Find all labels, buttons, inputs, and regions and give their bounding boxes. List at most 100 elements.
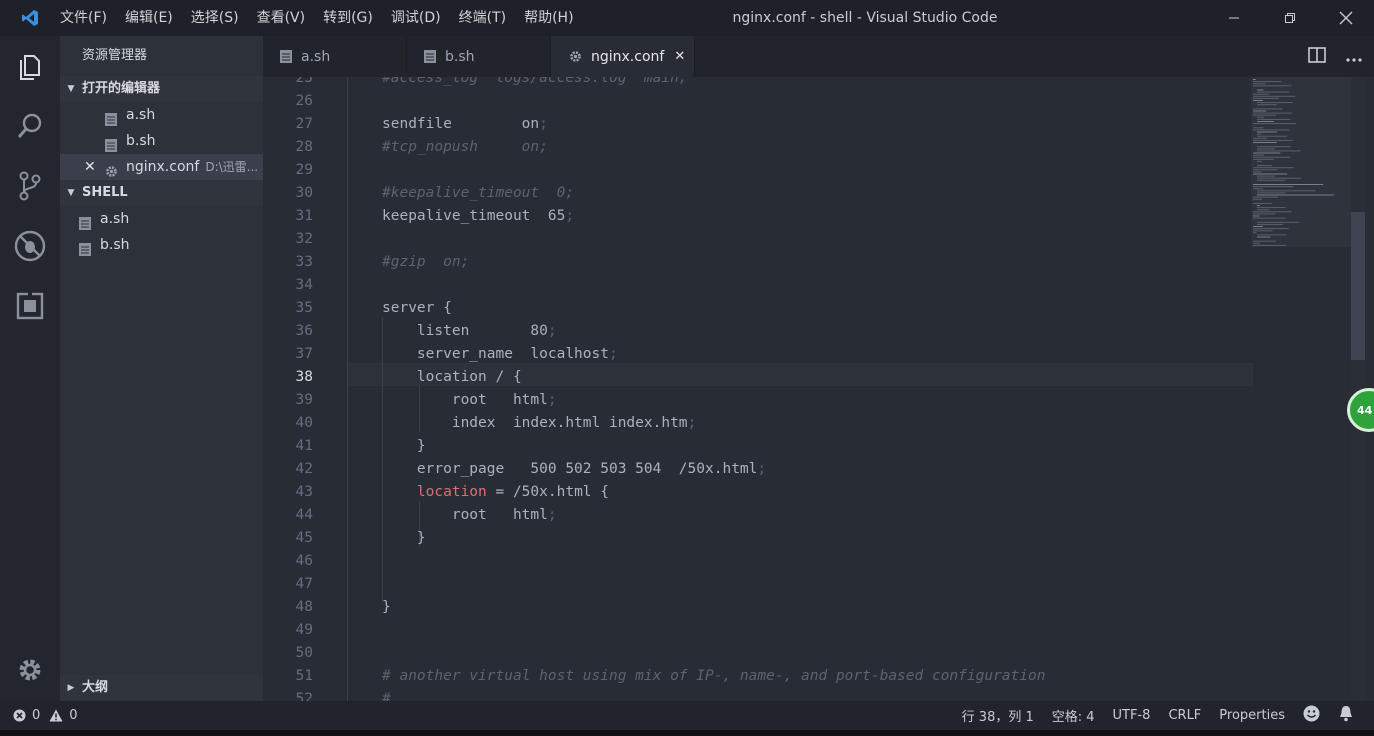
minimap-line <box>1253 127 1264 129</box>
end-of-line[interactable]: CRLF <box>1159 708 1210 723</box>
code-editor[interactable]: 25 26 27 28 29 30 31 32 33 34 35 36 37 38 39 40 41 42 43 44… <box>263 77 1374 701</box>
minimap-line <box>1257 133 1262 135</box>
code-line: # <box>382 691 391 701</box>
language-mode[interactable]: Properties <box>1210 708 1294 723</box>
minimap-line <box>1253 244 1286 246</box>
line-number: 44 <box>295 507 313 523</box>
outline-header[interactable]: ▶ 大纲 <box>60 675 263 701</box>
minimap-line <box>1257 205 1260 206</box>
menu-help[interactable]: 帮助(H) <box>515 0 582 36</box>
open-editors-header[interactable]: ▼ 打开的编辑器 <box>60 76 263 102</box>
cursor-position[interactable]: 行 38，列 1 <box>953 706 1043 725</box>
feedback-smiley-icon[interactable] <box>1294 705 1329 726</box>
debug-icon[interactable] <box>0 224 60 268</box>
search-icon[interactable] <box>0 104 60 148</box>
minimap-line <box>1257 236 1271 238</box>
minimap[interactable] <box>1251 77 1361 701</box>
explorer-icon[interactable] <box>0 44 60 88</box>
menu-edit[interactable]: 编辑(E) <box>116 0 182 36</box>
minimap-line <box>1253 173 1288 175</box>
minimap-line <box>1253 97 1279 99</box>
workspace-header[interactable]: ▼ SHELL <box>60 180 263 206</box>
open-editor-item-a-sh[interactable]: a.sh <box>60 102 263 128</box>
line-number: 45 <box>295 530 313 546</box>
line-number: 47 <box>295 576 313 592</box>
line-number: 52 <box>295 691 313 701</box>
explorer-title: 资源管理器 <box>82 48 148 63</box>
indent-guide <box>347 77 348 701</box>
minimap-line <box>1257 190 1316 192</box>
line-number: 41 <box>295 438 313 454</box>
minimap-line <box>1253 167 1294 169</box>
line-number: 50 <box>295 645 313 661</box>
settings-file-icon <box>105 161 117 177</box>
code-line: } <box>382 438 426 454</box>
close-tab-icon[interactable]: ✕ <box>674 49 685 64</box>
file-icon <box>79 213 91 230</box>
more-actions-icon[interactable] <box>1346 47 1362 66</box>
split-editor-icon[interactable] <box>1308 46 1326 67</box>
minimap-line <box>1257 121 1274 122</box>
line-number: 33 <box>295 254 313 270</box>
minimap-line <box>1257 89 1264 91</box>
encoding[interactable]: UTF-8 <box>1104 708 1160 723</box>
minimap-line <box>1257 116 1264 118</box>
taskbar-edge <box>0 730 1374 736</box>
minimap-line <box>1253 129 1290 131</box>
explorer-sidebar: 资源管理器 ▼ 打开的编辑器 a.sh b.sh ✕ nginx.conf D:… <box>60 36 263 701</box>
outline-label: 大纲 <box>82 680 109 695</box>
menu-selection[interactable]: 选择(S) <box>182 0 248 36</box>
tab-b-sh[interactable]: b.sh <box>407 36 551 77</box>
minimap-line <box>1257 146 1291 148</box>
indentation[interactable]: 空格: 4 <box>1043 706 1104 725</box>
menu-terminal[interactable]: 终端(T) <box>450 0 515 36</box>
menu-debug[interactable]: 调试(D) <box>382 0 450 36</box>
minimap-line <box>1257 177 1302 179</box>
open-editor-item-nginx-conf[interactable]: ✕ nginx.conf D:\迅雷... <box>60 154 263 180</box>
line-number: 28 <box>295 139 313 155</box>
line-number: 42 <box>295 461 313 477</box>
code-line: root html; <box>382 392 557 408</box>
problems-indicator[interactable]: 0 0 <box>0 708 78 723</box>
close-editor-icon[interactable]: ✕ <box>84 154 99 180</box>
workspace-file-a-sh[interactable]: a.sh <box>60 206 263 232</box>
menu-bar: 文件(F) 编辑(E) 选择(S) 查看(V) 转到(G) 调试(D) 终端(T… <box>60 0 583 36</box>
notifications-bell-icon[interactable] <box>1329 705 1374 726</box>
minimap-line <box>1257 175 1276 177</box>
minimap-line <box>1253 196 1279 198</box>
line-number: 38 <box>295 369 313 385</box>
minimap-line <box>1253 93 1270 95</box>
minimap-line <box>1257 207 1286 209</box>
restore-button[interactable] <box>1262 0 1318 36</box>
line-number: 35 <box>295 300 313 316</box>
minimize-button[interactable] <box>1206 0 1262 36</box>
minimap-line <box>1253 215 1260 217</box>
line-number: 26 <box>295 93 313 109</box>
open-editor-item-b-sh[interactable]: b.sh <box>60 128 263 154</box>
tab-nginx-conf[interactable]: nginx.conf ✕ <box>551 36 695 77</box>
menu-view[interactable]: 查看(V) <box>248 0 315 36</box>
minimap-line <box>1253 242 1260 244</box>
minimap-line <box>1253 139 1293 141</box>
menu-file[interactable]: 文件(F) <box>60 0 116 36</box>
open-editor-label: nginx.conf <box>126 159 200 175</box>
vscode-logo-icon[interactable] <box>0 0 60 36</box>
tab-a-sh[interactable]: a.sh <box>263 36 407 77</box>
minimap-line <box>1257 104 1277 106</box>
minimize-icon <box>1229 17 1239 19</box>
error-count: 0 <box>32 708 41 723</box>
minimap-line <box>1253 188 1264 190</box>
menu-go[interactable]: 转到(G) <box>314 0 382 36</box>
scrollbar-thumb[interactable] <box>1351 212 1365 360</box>
source-control-icon[interactable] <box>0 164 60 208</box>
line-number: 31 <box>295 208 313 224</box>
settings-gear-icon[interactable] <box>0 648 60 692</box>
line-number: 49 <box>295 622 313 638</box>
workspace-file-b-sh[interactable]: b.sh <box>60 232 263 258</box>
close-window-button[interactable] <box>1318 0 1374 36</box>
minimap-line <box>1253 154 1265 156</box>
file-path-hint: D:\迅雷... <box>205 160 259 174</box>
title-bar: 文件(F) 编辑(E) 选择(S) 查看(V) 转到(G) 调试(D) 终端(T… <box>0 0 1374 36</box>
extensions-icon[interactable] <box>0 284 60 328</box>
code-line: } <box>382 599 391 615</box>
